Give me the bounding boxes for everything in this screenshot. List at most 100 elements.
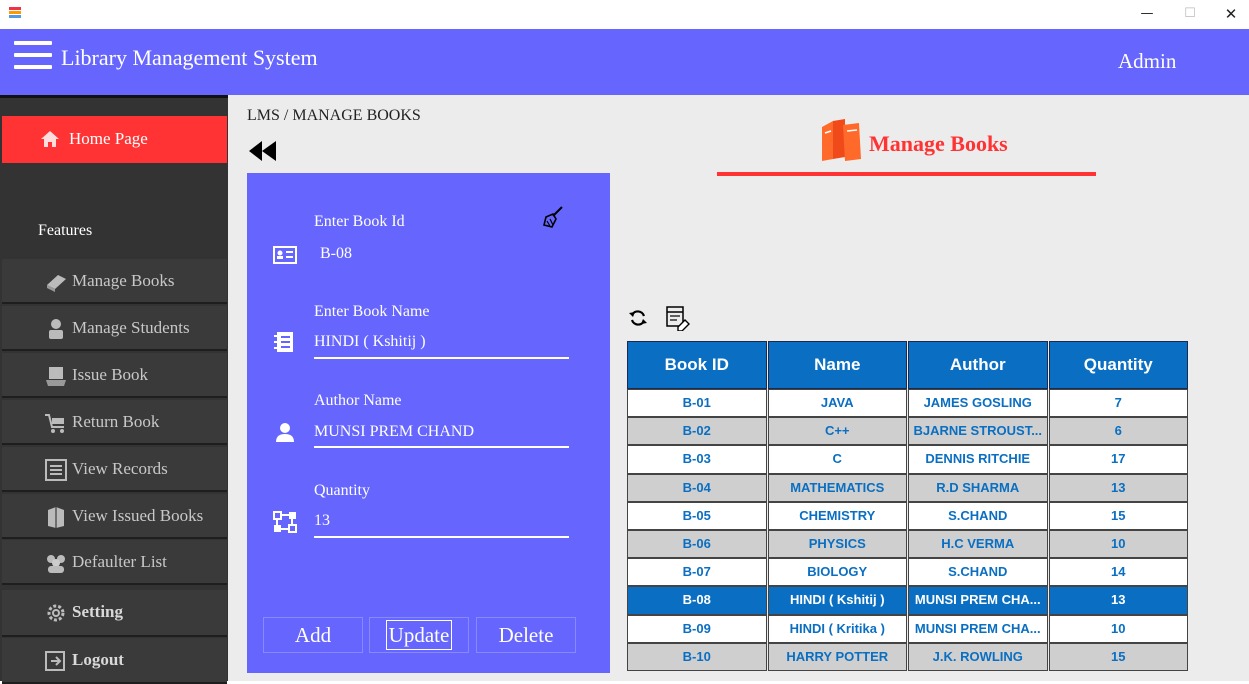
home-icon — [41, 131, 59, 147]
back-icon[interactable] — [247, 139, 279, 163]
sidebar-item-issue-book[interactable]: Issue Book — [2, 353, 227, 398]
hamburger-menu-icon[interactable] — [14, 41, 52, 69]
cell-quantity: 10 — [1048, 529, 1188, 559]
cart-icon — [45, 414, 64, 433]
book-name-label: Enter Book Name — [314, 303, 430, 320]
cell-name: HINDI ( Kritika ) — [767, 614, 907, 643]
sidebar-item-defaulter-list[interactable]: Defaulter List — [2, 540, 227, 585]
sidebar-item-label: View Records — [72, 459, 168, 478]
column-header-author[interactable]: Author — [908, 341, 1048, 389]
issue-book-icon — [46, 367, 66, 386]
delete-button[interactable]: Delete — [476, 617, 576, 653]
sidebar-item-return-book[interactable]: Return Book — [2, 400, 227, 445]
author-input[interactable]: MUNSI PREM CHAND — [314, 423, 569, 441]
sidebar-item-label: View Issued Books — [72, 506, 204, 525]
table-row[interactable]: B-01 JAVA JAMES GOSLING 7 — [627, 389, 1189, 418]
refresh-icon[interactable] — [628, 308, 648, 328]
sidebar-item-view-records[interactable]: View Records — [2, 447, 227, 492]
id-card-icon — [273, 246, 297, 264]
sidebar-item-label: Manage Students — [72, 318, 190, 337]
table-row[interactable]: B-09 HINDI ( Kritika ) MUNSI PREM CHA... 10 — [627, 614, 1189, 643]
column-header-name[interactable]: Name — [767, 341, 907, 389]
sidebar-item-label: Issue Book — [72, 365, 149, 384]
sidebar: Home Page Features Manage Books Manage S… — [0, 95, 228, 684]
app-title: Library Management System — [61, 45, 318, 70]
update-button[interactable]: Update — [369, 617, 469, 653]
cell-quantity: 17 — [1048, 445, 1188, 474]
student-icon — [49, 319, 63, 339]
user-icon — [276, 423, 294, 442]
book-name-input[interactable]: HINDI ( Kshitij ) — [314, 333, 569, 351]
cell-name: HINDI ( Kshitij ) — [767, 586, 907, 615]
quantity-underline — [314, 536, 569, 538]
cell-author: DENNIS RITCHIE — [908, 445, 1048, 474]
logout-icon — [45, 651, 65, 671]
table-row[interactable]: B-06 PHYSICS H.C VERMA 10 — [627, 529, 1189, 559]
update-button-label: Update — [385, 620, 453, 650]
close-button[interactable]: ✕ — [1221, 4, 1241, 24]
cell-name: HARRY POTTER — [767, 642, 907, 671]
cell-name: C++ — [767, 417, 907, 446]
author-underline — [314, 446, 569, 448]
cell-quantity: 10 — [1048, 614, 1188, 643]
group-icon — [47, 555, 65, 573]
cell-quantity: 13 — [1048, 586, 1188, 615]
books-table: Book ID Name Author Quantity B-01 JAVA JAM… — [627, 341, 1189, 671]
cell-author: MUNSI PREM CHA... — [908, 586, 1048, 615]
cell-author: S.CHAND — [908, 501, 1048, 530]
sidebar-item-manage-students[interactable]: Manage Students — [2, 306, 227, 351]
clear-broom-icon[interactable] — [540, 205, 566, 231]
maximize-button[interactable]: ☐ — [1180, 4, 1200, 24]
table-header: Book ID Name Author Quantity — [627, 341, 1189, 389]
cell-book-id: B-07 — [627, 558, 767, 587]
book-id-input[interactable]: B-08 — [320, 245, 575, 263]
cell-quantity: 15 — [1048, 642, 1188, 671]
sidebar-item-view-issued-books[interactable]: View Issued Books — [2, 494, 227, 539]
add-button[interactable]: Add — [263, 617, 363, 653]
sidebar-item-home[interactable]: Home Page — [2, 116, 227, 163]
quantity-input[interactable]: 13 — [314, 512, 569, 530]
sidebar-item-label: Logout — [72, 650, 124, 669]
cell-name: C — [767, 445, 907, 474]
table-row[interactable]: B-08 HINDI ( Kshitij ) MUNSI PREM CHA... 13 — [627, 586, 1189, 615]
table-row[interactable]: B-03 C DENNIS RITCHIE 17 — [627, 445, 1189, 474]
minimize-button[interactable]: — — [1137, 4, 1157, 24]
cell-name: CHEMISTRY — [767, 501, 907, 530]
author-label: Author Name — [314, 392, 402, 409]
cell-quantity: 6 — [1048, 417, 1188, 446]
sidebar-item-label: Return Book — [72, 412, 160, 431]
cell-book-id: B-05 — [627, 501, 767, 530]
cell-book-id: B-06 — [627, 529, 767, 559]
cell-book-id: B-01 — [627, 389, 767, 418]
table-row[interactable]: B-07 BIOLOGY S.CHAND 14 — [627, 558, 1189, 587]
books-heading-icon — [822, 119, 861, 161]
book-id-label: Enter Book Id — [314, 213, 405, 230]
sidebar-item-label: Defaulter List — [72, 552, 167, 571]
table-row[interactable]: B-04 MATHEMATICS R.D SHARMA 13 — [627, 473, 1189, 502]
column-header-quantity[interactable]: Quantity — [1048, 341, 1188, 389]
cell-book-id: B-02 — [627, 417, 767, 446]
main-content: LMS / MANAGE BOOKS Enter Book Id B-08 En… — [228, 95, 1249, 681]
cell-quantity: 13 — [1048, 473, 1188, 502]
cell-book-id: B-03 — [627, 445, 767, 474]
sidebar-item-logout[interactable]: Logout — [2, 638, 227, 684]
cell-quantity: 15 — [1048, 501, 1188, 530]
gear-icon — [47, 604, 65, 622]
sidebar-item-label: Manage Books — [72, 271, 175, 290]
table-row[interactable]: B-05 CHEMISTRY S.CHAND 15 — [627, 501, 1189, 530]
book-name-underline — [314, 357, 569, 359]
books-icon — [48, 507, 64, 528]
cell-author: H.C VERMA — [908, 529, 1048, 559]
table-row[interactable]: B-10 HARRY POTTER J.K. ROWLING 15 — [627, 642, 1189, 671]
sidebar-item-label: Setting — [72, 602, 123, 621]
column-header-book-id[interactable]: Book ID — [627, 341, 767, 389]
app-icon — [9, 7, 21, 18]
table-edit-icon[interactable] — [665, 305, 691, 331]
notebook-icon — [274, 332, 293, 352]
list-icon — [45, 459, 67, 481]
sidebar-item-manage-books[interactable]: Manage Books — [2, 259, 227, 304]
user-label[interactable]: Admin — [1118, 49, 1176, 74]
cell-author: S.CHAND — [908, 558, 1048, 587]
table-row[interactable]: B-02 C++ BJARNE STROUST... 6 — [627, 417, 1189, 446]
sidebar-item-setting[interactable]: Setting — [2, 590, 227, 637]
